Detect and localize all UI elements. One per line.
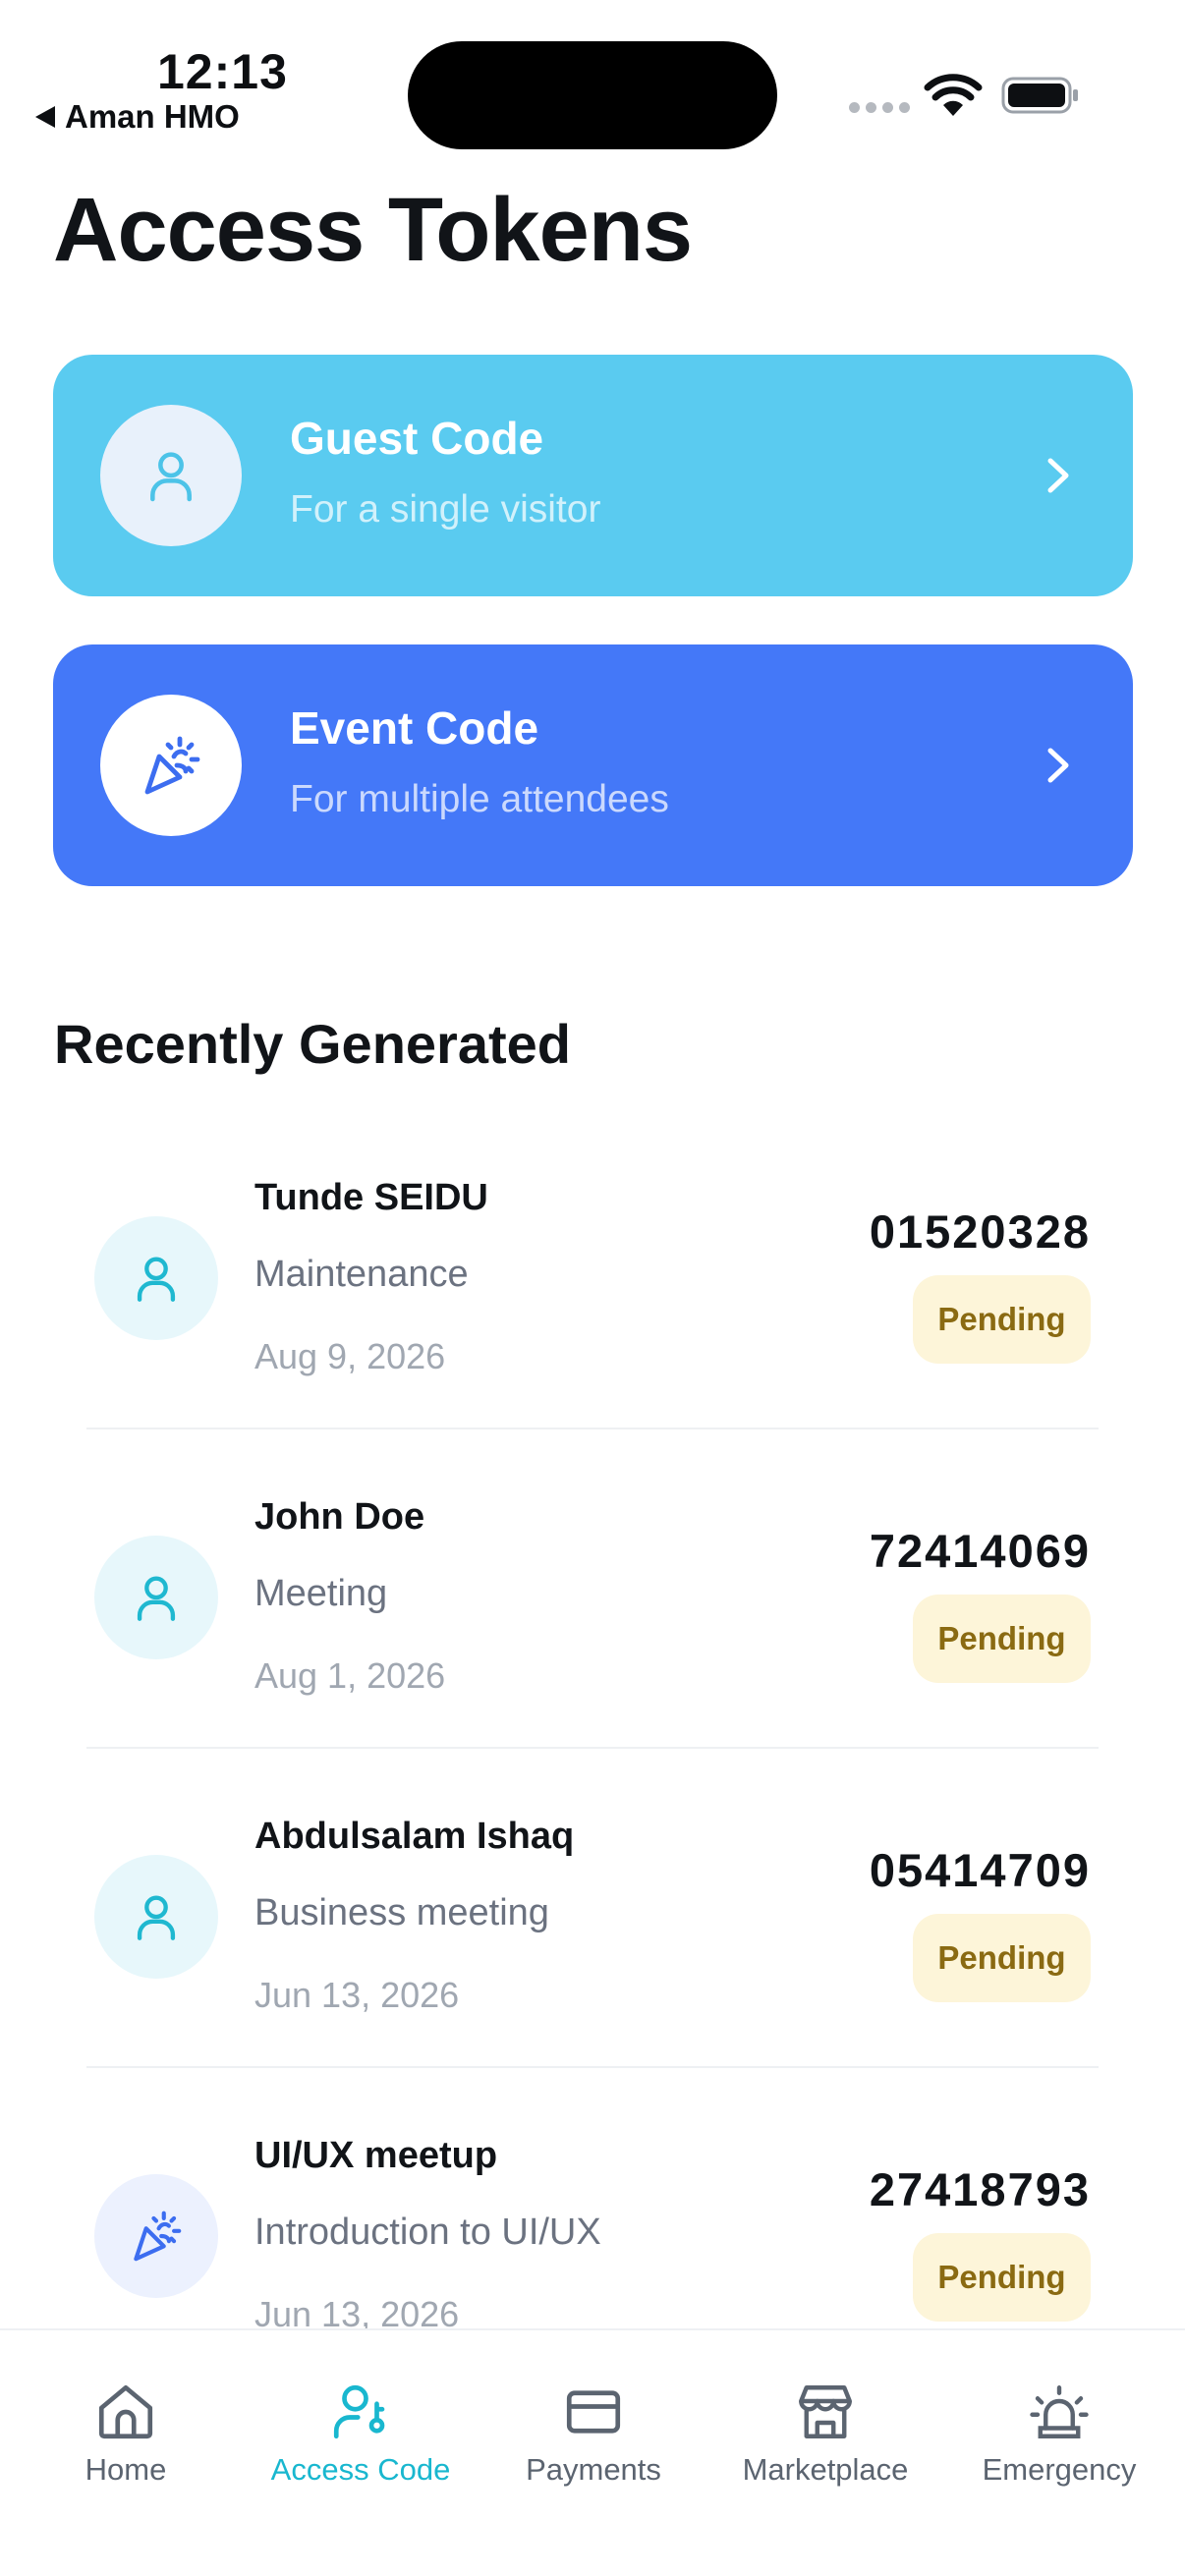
page-title: Access Tokens bbox=[53, 180, 693, 280]
bottom-tab-bar: Home Access Code Payments Marketplace Em… bbox=[0, 2328, 1185, 2576]
guest-card-subtitle: For a single visitor bbox=[290, 488, 601, 531]
token-avatar bbox=[94, 1855, 218, 1979]
token-name: UI/UX meetup bbox=[254, 2135, 498, 2176]
event-code-card[interactable]: Event Code For multiple attendees bbox=[53, 644, 1133, 886]
token-avatar bbox=[94, 1536, 218, 1659]
token-purpose: Business meeting bbox=[254, 1892, 549, 1933]
guest-code-card[interactable]: Guest Code For a single visitor bbox=[53, 355, 1133, 596]
party-popper-icon bbox=[134, 2211, 182, 2262]
status-bar: 12:13 Aman HMO bbox=[0, 0, 1185, 149]
home-icon bbox=[98, 2384, 153, 2439]
party-popper-icon bbox=[144, 736, 200, 795]
status-badge: Pending bbox=[913, 1914, 1091, 2002]
chevron-right-icon bbox=[1047, 458, 1069, 493]
guest-card-icon-circle bbox=[100, 405, 242, 546]
credit-card-icon bbox=[566, 2390, 621, 2434]
token-name: Tunde SEIDU bbox=[254, 1177, 488, 1218]
user-icon bbox=[150, 452, 192, 502]
chevron-right-icon bbox=[1047, 748, 1069, 783]
back-to-app-link[interactable]: Aman HMO bbox=[35, 98, 240, 136]
token-code: 27418793 bbox=[869, 2163, 1091, 2215]
cellular-signal-icon bbox=[849, 102, 910, 113]
tab-access-code[interactable]: Access Code bbox=[257, 2330, 464, 2488]
status-badge: Pending bbox=[913, 1275, 1091, 1364]
back-triangle-icon bbox=[35, 106, 55, 128]
token-avatar bbox=[94, 2174, 218, 2298]
battery-icon bbox=[1001, 77, 1078, 114]
tab-payments-label: Payments bbox=[526, 2452, 661, 2487]
user-key-icon bbox=[333, 2384, 385, 2439]
siren-icon bbox=[1030, 2385, 1089, 2438]
token-date: Aug 1, 2026 bbox=[254, 1655, 446, 1696]
status-badge: Pending bbox=[913, 1595, 1091, 1683]
token-purpose: Introduction to UI/UX bbox=[254, 2212, 601, 2253]
recently-generated-heading: Recently Generated bbox=[54, 1013, 571, 1075]
token-name: John Doe bbox=[254, 1496, 425, 1538]
token-avatar bbox=[94, 1216, 218, 1340]
status-badge: Pending bbox=[913, 2233, 1091, 2322]
token-purpose: Meeting bbox=[254, 1573, 388, 1614]
token-list-item[interactable]: Abdulsalam Ishaq Business meeting Jun 13… bbox=[86, 1749, 1099, 2068]
tab-marketplace[interactable]: Marketplace bbox=[729, 2330, 922, 2488]
guest-card-title: Guest Code bbox=[290, 413, 544, 464]
back-app-label: Aman HMO bbox=[65, 98, 240, 135]
dynamic-island bbox=[408, 41, 777, 149]
token-list-item[interactable]: John Doe Meeting Aug 1, 2026 72414069 Pe… bbox=[86, 1429, 1099, 1749]
token-list-item[interactable]: Tunde SEIDU Maintenance Aug 9, 2026 0152… bbox=[86, 1110, 1099, 1429]
tab-marketplace-label: Marketplace bbox=[742, 2452, 909, 2487]
tab-emergency-label: Emergency bbox=[982, 2452, 1137, 2487]
tab-access-code-label: Access Code bbox=[270, 2452, 451, 2487]
event-card-icon-circle bbox=[100, 695, 242, 836]
wifi-icon bbox=[924, 74, 983, 116]
tab-home[interactable]: Home bbox=[57, 2330, 195, 2488]
token-purpose: Maintenance bbox=[254, 1254, 469, 1295]
user-icon bbox=[137, 1257, 176, 1302]
token-code: 01520328 bbox=[869, 1205, 1091, 1258]
tab-emergency[interactable]: Emergency bbox=[971, 2330, 1148, 2488]
token-name: Abdulsalam Ishaq bbox=[254, 1816, 575, 1857]
token-date: Aug 9, 2026 bbox=[254, 1336, 446, 1376]
token-code: 72414069 bbox=[869, 1525, 1091, 1577]
user-icon bbox=[137, 1576, 176, 1621]
user-icon bbox=[137, 1895, 176, 1940]
tab-home-label: Home bbox=[85, 2452, 167, 2487]
store-icon bbox=[799, 2385, 852, 2438]
event-card-title: Event Code bbox=[290, 702, 539, 754]
token-date: Jun 13, 2026 bbox=[254, 1975, 460, 2015]
status-time: 12:13 bbox=[157, 44, 288, 99]
tab-payments[interactable]: Payments bbox=[511, 2330, 676, 2488]
event-card-subtitle: For multiple attendees bbox=[290, 778, 669, 820]
token-code: 05414709 bbox=[869, 1844, 1091, 1896]
